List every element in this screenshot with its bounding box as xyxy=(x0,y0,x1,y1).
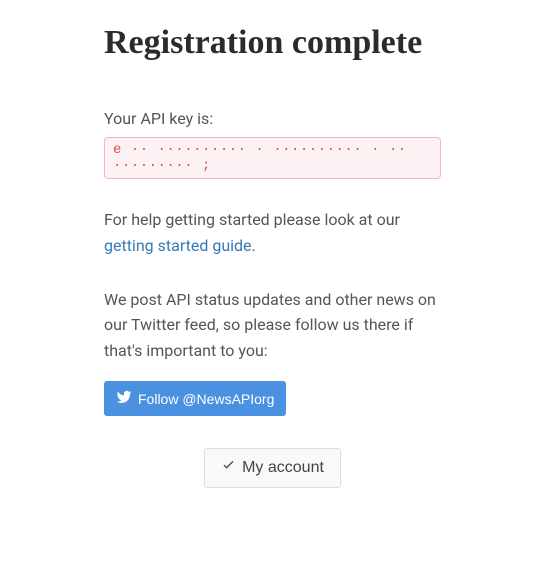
twitter-paragraph: We post API status updates and other new… xyxy=(104,287,441,364)
account-row: My account xyxy=(104,448,441,488)
help-text-before: For help getting started please look at … xyxy=(104,210,400,229)
account-button-label: My account xyxy=(242,459,324,477)
check-icon xyxy=(221,458,236,478)
my-account-button[interactable]: My account xyxy=(204,448,341,488)
help-text-after: . xyxy=(252,236,256,255)
api-key-value[interactable]: e ·· ·········· · ·········· · ·· ······… xyxy=(104,137,441,179)
twitter-icon xyxy=(116,389,132,408)
getting-started-link[interactable]: getting started guide xyxy=(104,236,252,255)
page-title: Registration complete xyxy=(104,20,441,66)
registration-complete-page: Registration complete Your API key is: e… xyxy=(0,0,541,528)
help-paragraph: For help getting started please look at … xyxy=(104,207,441,258)
follow-twitter-button[interactable]: Follow @NewsAPIorg xyxy=(104,381,286,416)
api-key-label: Your API key is: xyxy=(104,106,441,132)
twitter-button-label: Follow @NewsAPIorg xyxy=(138,391,274,407)
